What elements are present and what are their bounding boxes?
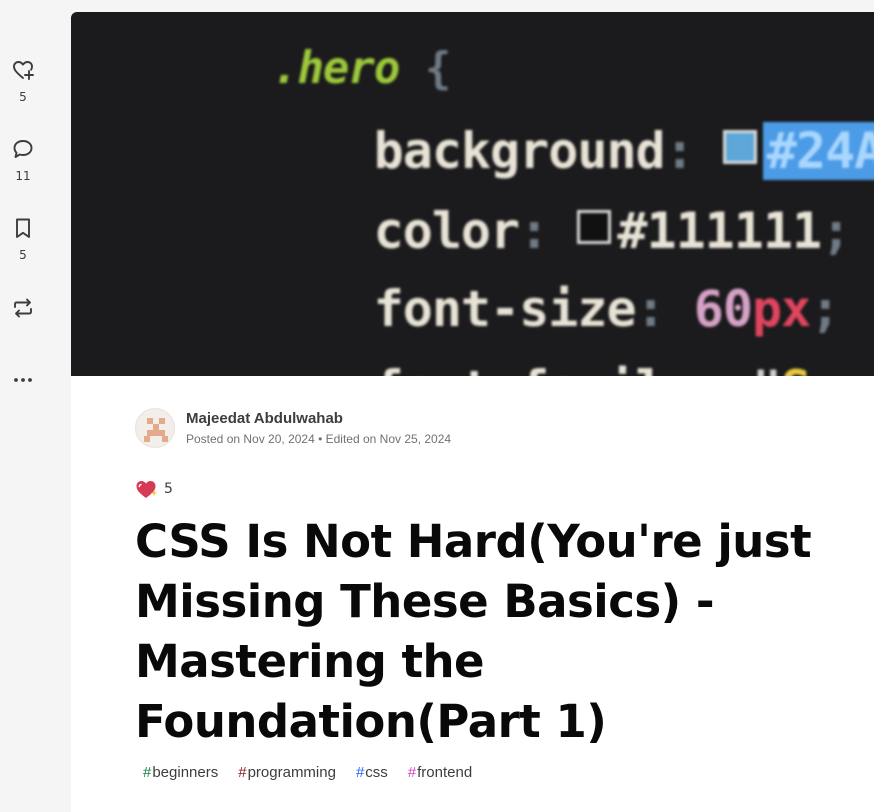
comment-icon	[13, 140, 33, 158]
tag-hash: #	[143, 764, 152, 781]
code-colon: :	[694, 360, 724, 376]
tag-frontend[interactable]: #frontend	[400, 762, 480, 783]
tag-hash: #	[407, 764, 417, 781]
like-button[interactable]: 5	[0, 58, 46, 104]
cover-image: .hero { background: #24ABE0; color: #111…	[71, 12, 874, 376]
author-name[interactable]: Majeedat Abdulwahab	[186, 410, 451, 428]
bookmark-button[interactable]: 5	[0, 216, 46, 262]
reaction-count: 5	[164, 481, 173, 497]
post-date: Posted on Nov 20, 2024 • Edited on Nov 2…	[186, 432, 452, 446]
share-button[interactable]	[0, 296, 46, 320]
article-title: CSS Is Not Hard(You're just Missing Thes…	[135, 515, 812, 748]
code-quote: "	[752, 360, 782, 376]
author-info: Majeedat Abdulwahab Posted on Nov 20, 20…	[186, 410, 451, 446]
tag-label: css	[365, 764, 388, 781]
bookmark-count: 5	[19, 248, 27, 262]
bookmark-icon	[16, 218, 30, 238]
reactions-summary[interactable]: 5	[135, 478, 173, 500]
tag-label: frontend	[417, 764, 473, 781]
code-string: Segoe UI	[781, 360, 874, 376]
avatar[interactable]	[135, 408, 175, 448]
tag-label: programming	[247, 764, 336, 781]
like-count: 5	[19, 90, 27, 104]
heart-plus-icon	[13, 61, 34, 80]
tag-label: beginners	[152, 764, 219, 781]
code-line-font-family: font-family: "Segoe UI"	[199, 302, 874, 376]
more-horizontal-icon	[14, 378, 32, 382]
more-options-button[interactable]	[0, 368, 46, 392]
article-container: .hero { background: #24ABE0; color: #111…	[71, 12, 874, 812]
tag-beginners[interactable]: #beginners	[135, 762, 226, 783]
author-meta: Majeedat Abdulwahab Posted on Nov 20, 20…	[135, 408, 451, 448]
engagement-sidebar: 5 11 5	[0, 0, 71, 799]
code-prop: font-family	[374, 360, 695, 376]
sparkle-heart-icon	[136, 481, 158, 498]
tag-hash: #	[238, 764, 247, 781]
tag-hash: #	[355, 764, 365, 781]
repost-icon	[14, 298, 32, 318]
tag-css[interactable]: #css	[348, 762, 396, 783]
comments-button[interactable]: 11	[0, 137, 46, 183]
comment-count: 11	[15, 169, 31, 183]
tag-list: #beginners #programming #css #frontend	[135, 762, 480, 783]
tag-programming[interactable]: #programming	[230, 762, 344, 783]
